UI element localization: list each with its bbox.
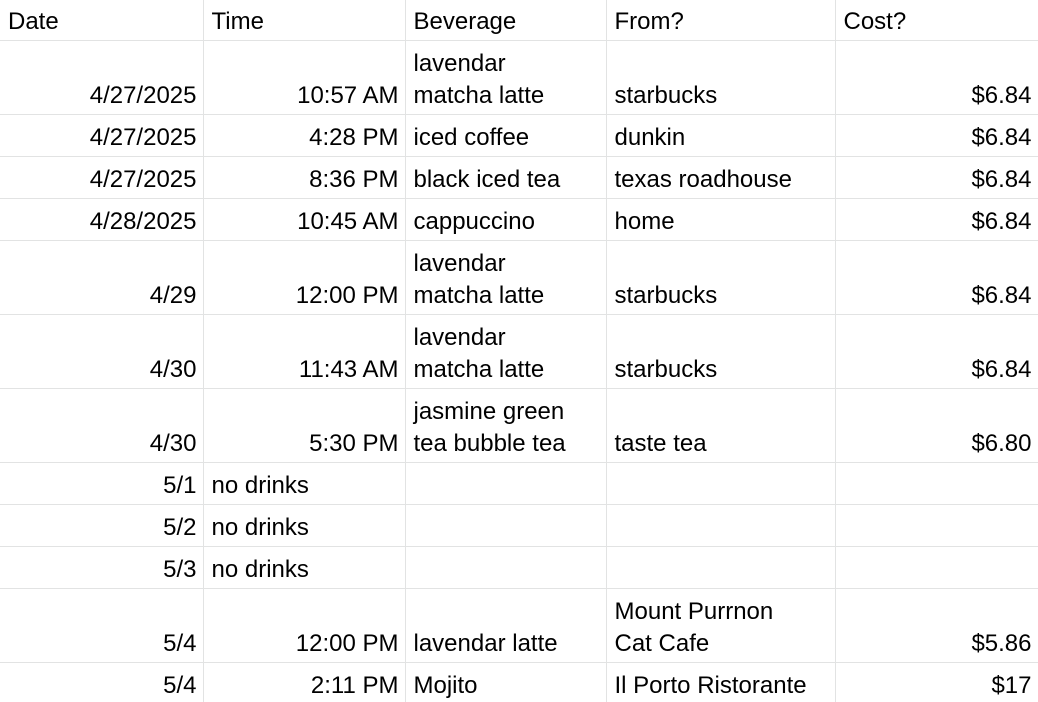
from-cell[interactable]: Il Porto Ristorante — [605, 662, 836, 702]
cost-cell[interactable]: $5.86 — [834, 588, 1038, 663]
cost-cell[interactable]: $6.84 — [834, 114, 1038, 157]
cost-cell[interactable] — [834, 462, 1038, 505]
beverage-cell[interactable]: iced coffee — [404, 114, 607, 157]
date-cell[interactable]: 4/30 — [0, 314, 204, 389]
spreadsheet-grid: Date Time Beverage From? Cost? 4/27/2025… — [0, 0, 1038, 702]
header-row: Date Time Beverage From? Cost? — [0, 0, 1038, 41]
beverage-cell[interactable]: Mojito — [404, 662, 607, 702]
from-cell[interactable]: starbucks — [605, 240, 836, 315]
date-cell[interactable]: 4/27/2025 — [0, 40, 204, 115]
time-cell[interactable]: 10:45 AM — [202, 198, 406, 241]
table-row: 4/29 12:00 PM lavendar matcha latte star… — [0, 240, 1038, 315]
date-cell[interactable]: 5/2 — [0, 504, 204, 547]
beverage-cell[interactable]: lavendar matcha latte — [404, 240, 607, 315]
date-cell[interactable]: 4/27/2025 — [0, 156, 204, 199]
time-cell[interactable]: no drinks — [202, 462, 406, 505]
from-cell[interactable]: taste tea — [605, 388, 836, 463]
date-cell[interactable]: 4/27/2025 — [0, 114, 204, 157]
from-cell[interactable]: dunkin — [605, 114, 836, 157]
time-cell[interactable]: 12:00 PM — [202, 588, 406, 663]
drinks-table: Date Time Beverage From? Cost? 4/27/2025… — [0, 0, 1038, 702]
date-cell[interactable]: 5/3 — [0, 546, 204, 589]
date-cell[interactable]: 4/28/2025 — [0, 198, 204, 241]
time-cell[interactable]: 10:57 AM — [202, 40, 406, 115]
beverage-cell[interactable]: jasmine green tea bubble tea — [404, 388, 607, 463]
beverage-cell[interactable]: lavendar latte — [404, 588, 607, 663]
cost-cell[interactable]: $6.84 — [834, 198, 1038, 241]
from-cell[interactable]: starbucks — [605, 40, 836, 115]
time-cell[interactable]: 2:11 PM — [202, 662, 406, 702]
beverage-cell[interactable]: lavendar matcha latte — [404, 314, 607, 389]
beverage-cell[interactable] — [404, 504, 607, 547]
date-cell[interactable]: 5/4 — [0, 662, 204, 702]
beverage-cell[interactable]: black iced tea — [404, 156, 607, 199]
time-cell[interactable]: 12:00 PM — [202, 240, 406, 315]
from-cell[interactable]: starbucks — [605, 314, 836, 389]
date-cell[interactable]: 4/29 — [0, 240, 204, 315]
time-cell[interactable]: 5:30 PM — [202, 388, 406, 463]
time-cell[interactable]: 4:28 PM — [202, 114, 406, 157]
cost-cell[interactable] — [834, 546, 1038, 589]
header-time[interactable]: Time — [202, 0, 406, 41]
table-row: 5/4 2:11 PM Mojito Il Porto Ristorante $… — [0, 662, 1038, 702]
from-cell[interactable] — [605, 504, 836, 547]
table-row: 4/27/2025 10:57 AM lavendar matcha latte… — [0, 40, 1038, 115]
date-cell[interactable]: 5/1 — [0, 462, 204, 505]
beverage-cell[interactable]: cappuccino — [404, 198, 607, 241]
time-cell[interactable]: 11:43 AM — [202, 314, 406, 389]
table-row: 5/3 no drinks — [0, 546, 1038, 589]
table-row: 4/30 11:43 AM lavendar matcha latte star… — [0, 314, 1038, 389]
table-row: 4/30 5:30 PM jasmine green tea bubble te… — [0, 388, 1038, 463]
table-row: 4/27/2025 4:28 PM iced coffee dunkin $6.… — [0, 114, 1038, 157]
cost-cell[interactable]: $6.84 — [834, 156, 1038, 199]
cost-cell[interactable]: $6.80 — [834, 388, 1038, 463]
table-row: 4/27/2025 8:36 PM black iced tea texas r… — [0, 156, 1038, 199]
cost-cell[interactable]: $6.84 — [834, 240, 1038, 315]
from-cell[interactable]: home — [605, 198, 836, 241]
header-date[interactable]: Date — [0, 0, 204, 41]
table-row: 4/28/2025 10:45 AM cappuccino home $6.84 — [0, 198, 1038, 241]
table-row: 5/4 12:00 PM lavendar latte Mount Purrno… — [0, 588, 1038, 663]
date-cell[interactable]: 5/4 — [0, 588, 204, 663]
beverage-cell[interactable] — [404, 546, 607, 589]
date-cell[interactable]: 4/30 — [0, 388, 204, 463]
table-row: 5/2 no drinks — [0, 504, 1038, 547]
from-cell[interactable] — [605, 462, 836, 505]
time-cell[interactable]: 8:36 PM — [202, 156, 406, 199]
header-cost[interactable]: Cost? — [834, 0, 1038, 41]
from-cell[interactable]: Mount Purrnon Cat Cafe — [605, 588, 836, 663]
header-from[interactable]: From? — [605, 0, 836, 41]
cost-cell[interactable] — [834, 504, 1038, 547]
from-cell[interactable] — [605, 546, 836, 589]
table-row: 5/1 no drinks — [0, 462, 1038, 505]
time-cell[interactable]: no drinks — [202, 504, 406, 547]
beverage-cell[interactable]: lavendar matcha latte — [404, 40, 607, 115]
cost-cell[interactable]: $6.84 — [834, 40, 1038, 115]
cost-cell[interactable]: $17 — [834, 662, 1038, 702]
beverage-cell[interactable] — [404, 462, 607, 505]
header-beverage[interactable]: Beverage — [404, 0, 607, 41]
from-cell[interactable]: texas roadhouse — [605, 156, 836, 199]
cost-cell[interactable]: $6.84 — [834, 314, 1038, 389]
time-cell[interactable]: no drinks — [202, 546, 406, 589]
